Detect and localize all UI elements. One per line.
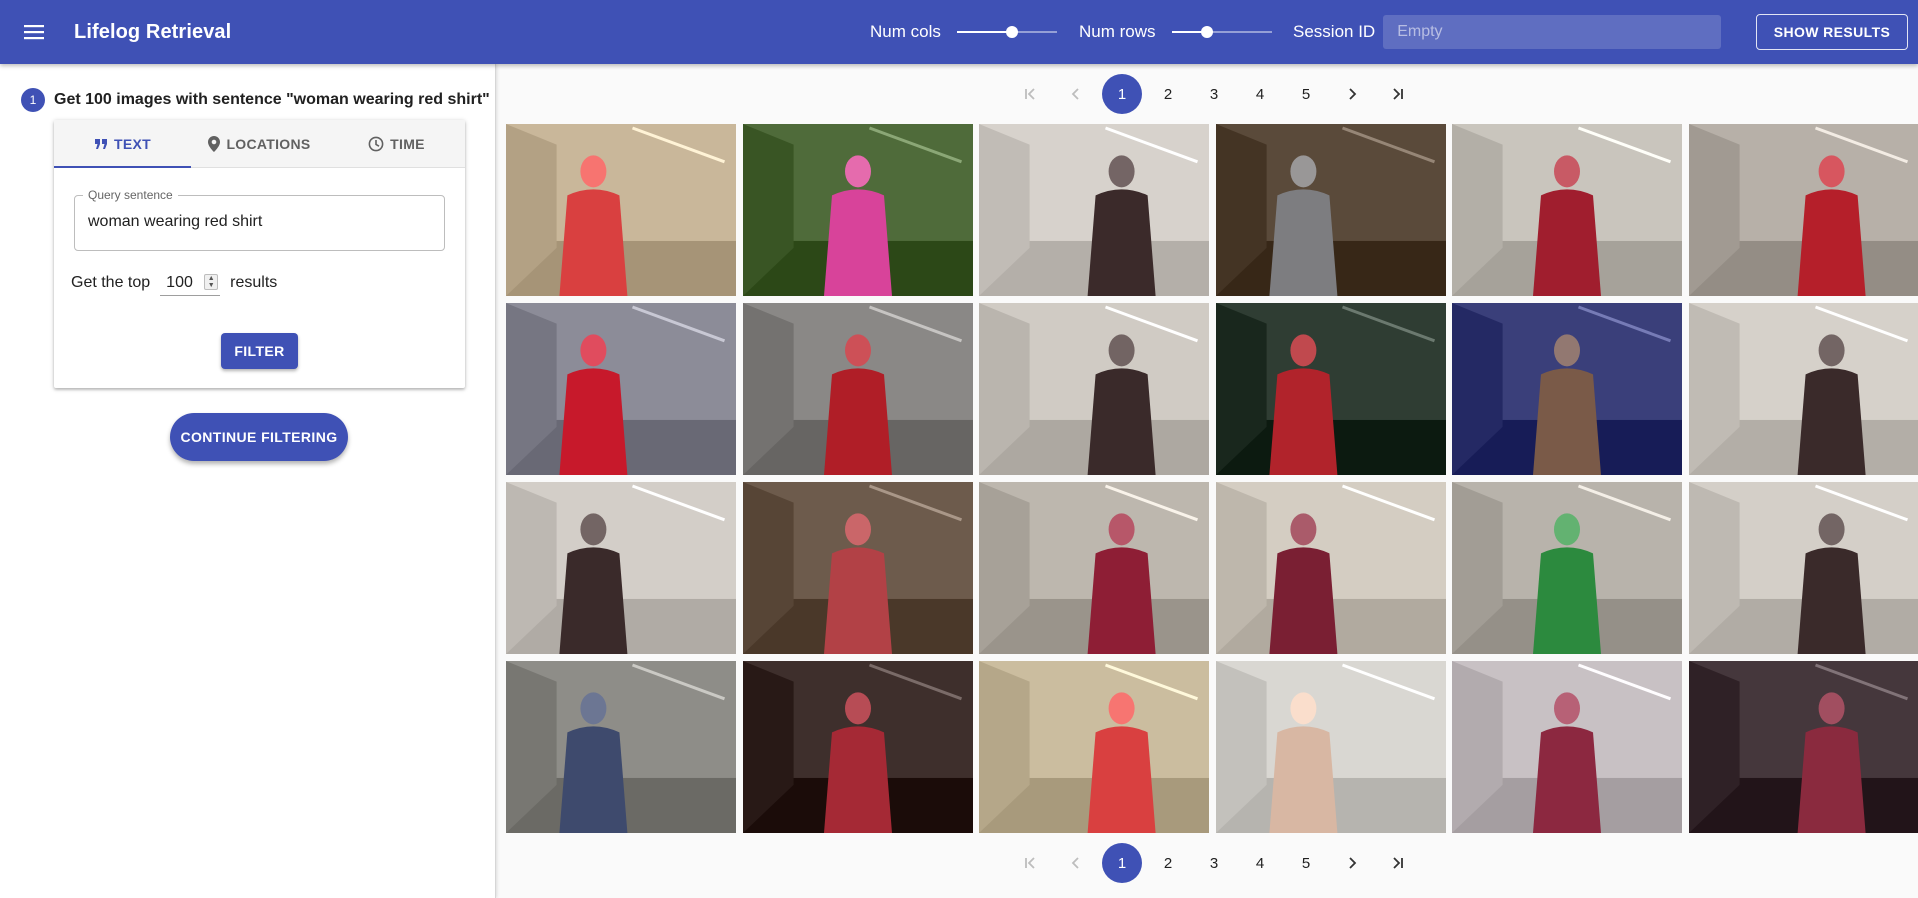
tab-time[interactable]: TIME — [328, 120, 465, 167]
num-cols-slider[interactable] — [956, 22, 1057, 42]
num-rows-slider[interactable] — [1171, 22, 1272, 42]
page-button-5[interactable]: 5 — [1286, 74, 1326, 114]
num-rows-slider-thumb[interactable] — [1200, 26, 1213, 38]
session-id-label: Session ID — [1293, 22, 1376, 41]
previous-page-icon[interactable] — [1056, 843, 1096, 883]
page-button-1[interactable]: 1 — [1102, 843, 1142, 883]
query-sentence-input[interactable] — [88, 213, 428, 231]
result-image[interactable] — [979, 124, 1209, 296]
filter-button[interactable]: FILTER — [221, 333, 298, 369]
result-image[interactable] — [1688, 482, 1918, 654]
page-button-4[interactable]: 4 — [1240, 74, 1280, 114]
result-image[interactable] — [742, 303, 973, 475]
result-image[interactable] — [1688, 661, 1918, 833]
tab-locations[interactable]: LOCATIONS — [191, 120, 328, 167]
first-page-icon[interactable] — [1010, 843, 1050, 883]
app-bar: Lifelog Retrieval Num cols Num rows Sess… — [0, 0, 1918, 64]
step-label: Get 100 images with sentence "woman wear… — [54, 91, 490, 108]
result-image[interactable] — [1215, 661, 1446, 833]
quote-icon — [94, 138, 108, 150]
result-image[interactable] — [1688, 124, 1918, 296]
tab-locations-label: LOCATIONS — [226, 135, 311, 152]
first-page-icon[interactable] — [1010, 74, 1050, 114]
show-results-button[interactable]: SHOW RESULTS — [1756, 14, 1908, 50]
tab-time-label: TIME — [390, 135, 425, 152]
page-button-5[interactable]: 5 — [1286, 843, 1326, 883]
num-cols-control: Num cols — [870, 0, 1057, 64]
last-page-icon[interactable] — [1378, 843, 1418, 883]
last-page-icon[interactable] — [1378, 74, 1418, 114]
result-image[interactable] — [1452, 124, 1682, 296]
step-header: 1 Get 100 images with sentence "woman we… — [21, 88, 490, 112]
session-id-input[interactable] — [1383, 15, 1722, 49]
result-image[interactable] — [979, 482, 1209, 654]
result-image[interactable] — [1452, 303, 1682, 475]
result-image[interactable] — [1452, 661, 1682, 833]
num-rows-control: Num rows — [1079, 0, 1272, 64]
app-title: Lifelog Retrieval — [74, 20, 232, 43]
result-image[interactable] — [979, 303, 1209, 475]
top-results-input[interactable]: 100 ▲ ▼ — [160, 270, 221, 296]
result-image[interactable] — [979, 661, 1209, 833]
result-image[interactable] — [506, 661, 736, 833]
result-image[interactable] — [1688, 303, 1918, 475]
query-card: TEXT LOCATIONS TIME Query sentence Get t… — [54, 120, 465, 388]
session-control: Session ID — [1293, 0, 1722, 64]
image-results-grid — [506, 124, 1918, 834]
result-image[interactable] — [1215, 124, 1446, 296]
top-results-suffix: results — [230, 274, 278, 291]
tab-text-label: TEXT — [114, 135, 151, 152]
page-button-3[interactable]: 3 — [1194, 843, 1234, 883]
result-image[interactable] — [742, 124, 973, 296]
result-image[interactable] — [1452, 482, 1682, 654]
location-pin-icon — [208, 135, 221, 152]
filter-tabs: TEXT LOCATIONS TIME — [54, 120, 465, 168]
pagination-bottom: 1 2 3 4 5 — [1010, 843, 1424, 883]
top-results-row: Get the top 100 ▲ ▼ results — [71, 270, 277, 296]
hamburger-menu-icon[interactable] — [10, 8, 58, 56]
continue-filtering-button[interactable]: CONTINUE FILTERING — [170, 413, 348, 461]
next-page-icon[interactable] — [1332, 843, 1372, 883]
query-sentence-field: Query sentence — [74, 188, 445, 251]
page-button-2[interactable]: 2 — [1148, 74, 1188, 114]
result-image[interactable] — [1215, 303, 1446, 475]
step-number-badge: 1 — [21, 88, 45, 112]
num-cols-label: Num cols — [870, 22, 941, 41]
previous-page-icon[interactable] — [1056, 74, 1096, 114]
filter-panel: 1 Get 100 images with sentence "woman we… — [0, 64, 496, 898]
clock-icon — [368, 136, 384, 152]
result-image[interactable] — [1215, 482, 1446, 654]
result-image[interactable] — [506, 482, 736, 654]
page-button-3[interactable]: 3 — [1194, 74, 1234, 114]
active-tab-indicator — [54, 166, 191, 168]
query-sentence-legend: Query sentence — [83, 188, 178, 202]
page-button-2[interactable]: 2 — [1148, 843, 1188, 883]
page-button-1[interactable]: 1 — [1102, 74, 1142, 114]
result-image[interactable] — [742, 482, 973, 654]
page-button-4[interactable]: 4 — [1240, 843, 1280, 883]
tab-text[interactable]: TEXT — [54, 120, 191, 167]
next-page-icon[interactable] — [1332, 74, 1372, 114]
top-results-prefix: Get the top — [71, 274, 151, 291]
result-image[interactable] — [506, 303, 736, 475]
number-stepper-icon[interactable]: ▲ ▼ — [204, 274, 219, 290]
num-cols-slider-thumb[interactable] — [1005, 26, 1018, 38]
result-image[interactable] — [506, 124, 736, 296]
result-image[interactable] — [742, 661, 973, 833]
top-results-value: 100 — [166, 273, 193, 291]
num-rows-label: Num rows — [1079, 22, 1156, 41]
pagination-top: 1 2 3 4 5 — [1010, 74, 1424, 114]
